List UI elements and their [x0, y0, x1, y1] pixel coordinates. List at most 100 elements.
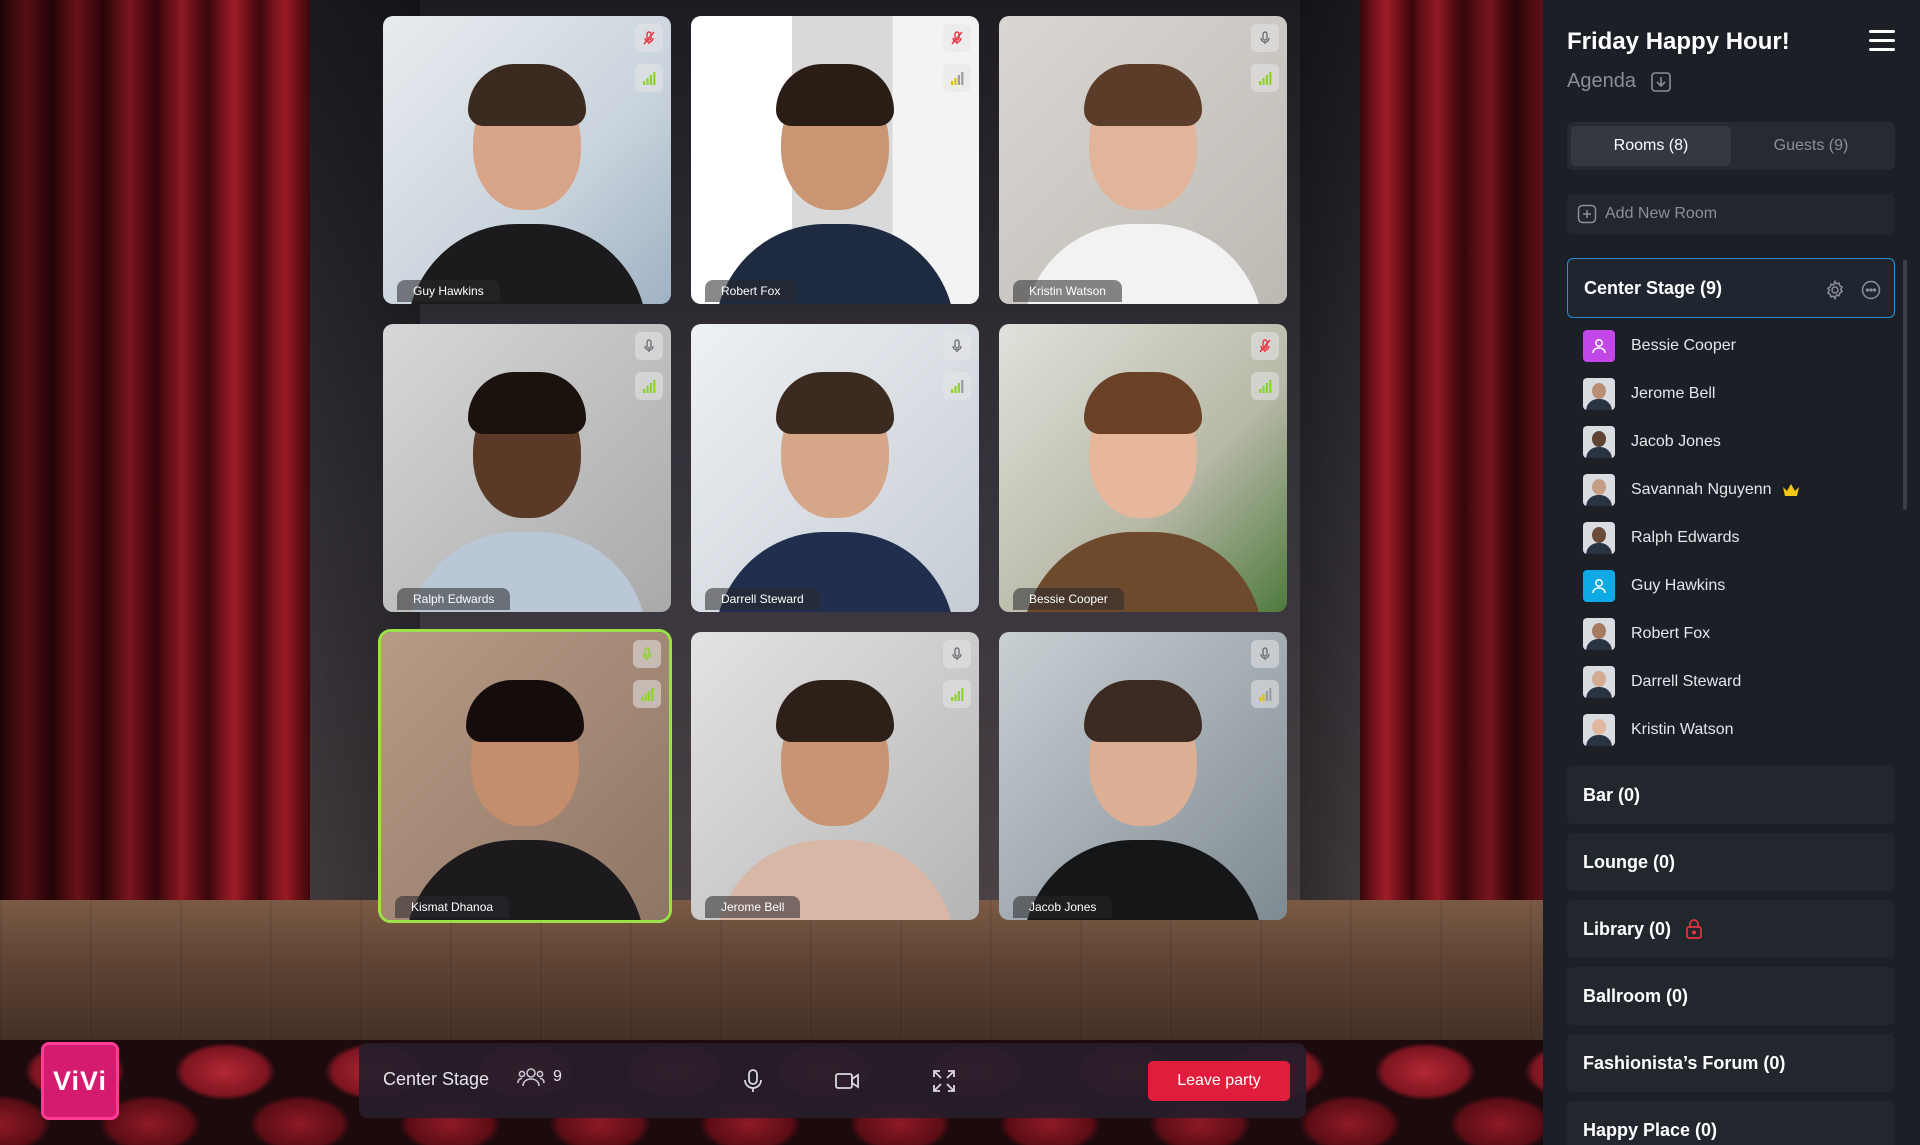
- signal-strength-icon: [1259, 72, 1272, 85]
- participant-name-tag: Robert Fox: [705, 280, 797, 302]
- participant-name-tag: Jerome Bell: [705, 896, 801, 918]
- agenda-link[interactable]: Agenda: [1567, 70, 1672, 93]
- participant-counter[interactable]: 9: [517, 1066, 562, 1088]
- chat-bubble-icon[interactable]: [1860, 279, 1882, 301]
- tile-mic-status[interactable]: [1251, 640, 1279, 668]
- user-avatar-icon: [1583, 330, 1615, 362]
- event-title: Friday Happy Hour!: [1567, 28, 1790, 55]
- stage-area: Guy Hawkins Robert Fox Kristin Watson Ralph…: [0, 0, 1543, 1145]
- tile-signal-status: [943, 64, 971, 92]
- video-tile[interactable]: Jerome Bell: [691, 632, 979, 920]
- fullscreen-button[interactable]: [926, 1063, 962, 1099]
- tile-signal-status: [1251, 64, 1279, 92]
- video-tile[interactable]: Ralph Edwards: [383, 324, 671, 612]
- fullscreen-icon: [933, 1070, 955, 1092]
- video-tile[interactable]: Guy Hawkins: [383, 16, 671, 304]
- camera-button[interactable]: [829, 1063, 865, 1099]
- room-center-stage[interactable]: Center Stage (9): [1567, 258, 1895, 318]
- hamburger-menu-icon[interactable]: [1869, 30, 1895, 52]
- avatar: [1583, 426, 1615, 458]
- camera-icon: [835, 1073, 859, 1089]
- room-item[interactable]: Library (0): [1567, 900, 1895, 958]
- participant-name-tag: Darrell Steward: [705, 588, 820, 610]
- member-item[interactable]: Ralph Edwards: [1583, 522, 1883, 554]
- signal-strength-icon: [641, 688, 654, 701]
- member-item[interactable]: Jacob Jones: [1583, 426, 1883, 458]
- logo-text: ViVi: [52, 1065, 108, 1096]
- agenda-label: Agenda: [1567, 70, 1636, 92]
- mic-muted-icon: [643, 31, 655, 45]
- tile-mic-status[interactable]: [943, 24, 971, 52]
- tile-mic-status[interactable]: [1251, 332, 1279, 360]
- member-name: Ralph Edwards: [1631, 529, 1740, 546]
- video-tile[interactable]: Robert Fox: [691, 16, 979, 304]
- member-item[interactable]: Kristin Watson: [1583, 714, 1883, 746]
- member-name: Jerome Bell: [1631, 385, 1716, 402]
- member-name: Jacob Jones: [1631, 433, 1721, 450]
- room-item[interactable]: Bar (0): [1567, 766, 1895, 824]
- room-item[interactable]: Fashionista’s Forum (0): [1567, 1034, 1895, 1092]
- member-item[interactable]: Jerome Bell: [1583, 378, 1883, 410]
- microphone-icon: [642, 647, 652, 660]
- member-item[interactable]: Robert Fox: [1583, 618, 1883, 650]
- room-item[interactable]: Happy Place (0): [1567, 1101, 1895, 1145]
- tile-signal-status: [1251, 372, 1279, 400]
- add-new-room-button[interactable]: Add New Room: [1567, 194, 1895, 234]
- member-name: Kristin Watson: [1631, 721, 1734, 738]
- crown-icon: [1782, 484, 1799, 496]
- tile-mic-status[interactable]: [633, 640, 661, 668]
- video-tile[interactable]: Jacob Jones: [999, 632, 1287, 920]
- settings-gear-icon[interactable]: [1824, 279, 1846, 301]
- room-label: Ballroom (0): [1583, 985, 1689, 1006]
- leave-party-button[interactable]: Leave party: [1148, 1061, 1290, 1101]
- vivi-logo[interactable]: ViVi: [41, 1042, 119, 1120]
- room-label: Library (0): [1583, 918, 1672, 939]
- tile-signal-status: [943, 372, 971, 400]
- room-label: Fashionista’s Forum (0): [1583, 1052, 1786, 1073]
- tab-guests[interactable]: Guests (9): [1731, 126, 1891, 166]
- room-item[interactable]: Lounge (0): [1567, 833, 1895, 891]
- member-item[interactable]: Bessie Cooper: [1583, 330, 1883, 362]
- microphone-button[interactable]: [735, 1063, 771, 1099]
- participant-count: 9: [553, 1068, 562, 1085]
- avatar: [1583, 522, 1615, 554]
- signal-strength-icon: [951, 380, 964, 393]
- control-bar: Center Stage 9 Leave party: [359, 1043, 1306, 1118]
- room-item[interactable]: Ballroom (0): [1567, 967, 1895, 1025]
- member-item[interactable]: Guy Hawkins: [1583, 570, 1883, 602]
- room-label: Happy Place (0): [1583, 1119, 1718, 1140]
- tab-rooms[interactable]: Rooms (8): [1571, 126, 1731, 166]
- video-tile[interactable]: Darrell Steward: [691, 324, 979, 612]
- lock-icon: [1686, 919, 1702, 939]
- people-icon: [517, 1068, 545, 1087]
- stage-floor: [0, 900, 1543, 1060]
- tile-mic-status[interactable]: [943, 332, 971, 360]
- microphone-icon: [744, 1069, 762, 1092]
- tile-mic-status[interactable]: [1251, 24, 1279, 52]
- avatar: [1583, 666, 1615, 698]
- tile-mic-status[interactable]: [943, 640, 971, 668]
- member-item[interactable]: Savannah Nguyenn: [1583, 474, 1883, 506]
- microphone-icon: [1260, 647, 1270, 660]
- member-name: Bessie Cooper: [1631, 337, 1736, 354]
- participant-name-tag: Ralph Edwards: [397, 588, 511, 610]
- signal-strength-icon: [1259, 688, 1272, 701]
- video-tile[interactable]: Kristin Watson: [999, 16, 1287, 304]
- microphone-icon: [952, 647, 962, 660]
- tile-mic-status[interactable]: [635, 24, 663, 52]
- add-new-room-label: Add New Room: [1605, 205, 1718, 222]
- video-tile[interactable]: Bessie Cooper: [999, 324, 1287, 612]
- microphone-icon: [644, 339, 654, 352]
- user-avatar-icon: [1583, 570, 1615, 602]
- member-item[interactable]: Darrell Steward: [1583, 666, 1883, 698]
- avatar: [1583, 618, 1615, 650]
- participant-name-tag: Kristin Watson: [1013, 280, 1122, 302]
- sidebar-tabs: Rooms (8) Guests (9): [1567, 122, 1895, 170]
- tile-mic-status[interactable]: [635, 332, 663, 360]
- sidebar-scrollbar[interactable]: [1903, 260, 1907, 510]
- avatar: [1583, 714, 1615, 746]
- sidebar: Friday Happy Hour! Agenda Rooms (8) Gues…: [1543, 0, 1920, 1145]
- video-tile[interactable]: Kismat Dhanoa: [378, 629, 672, 923]
- signal-strength-icon: [951, 688, 964, 701]
- room-label: Lounge (0): [1583, 851, 1675, 872]
